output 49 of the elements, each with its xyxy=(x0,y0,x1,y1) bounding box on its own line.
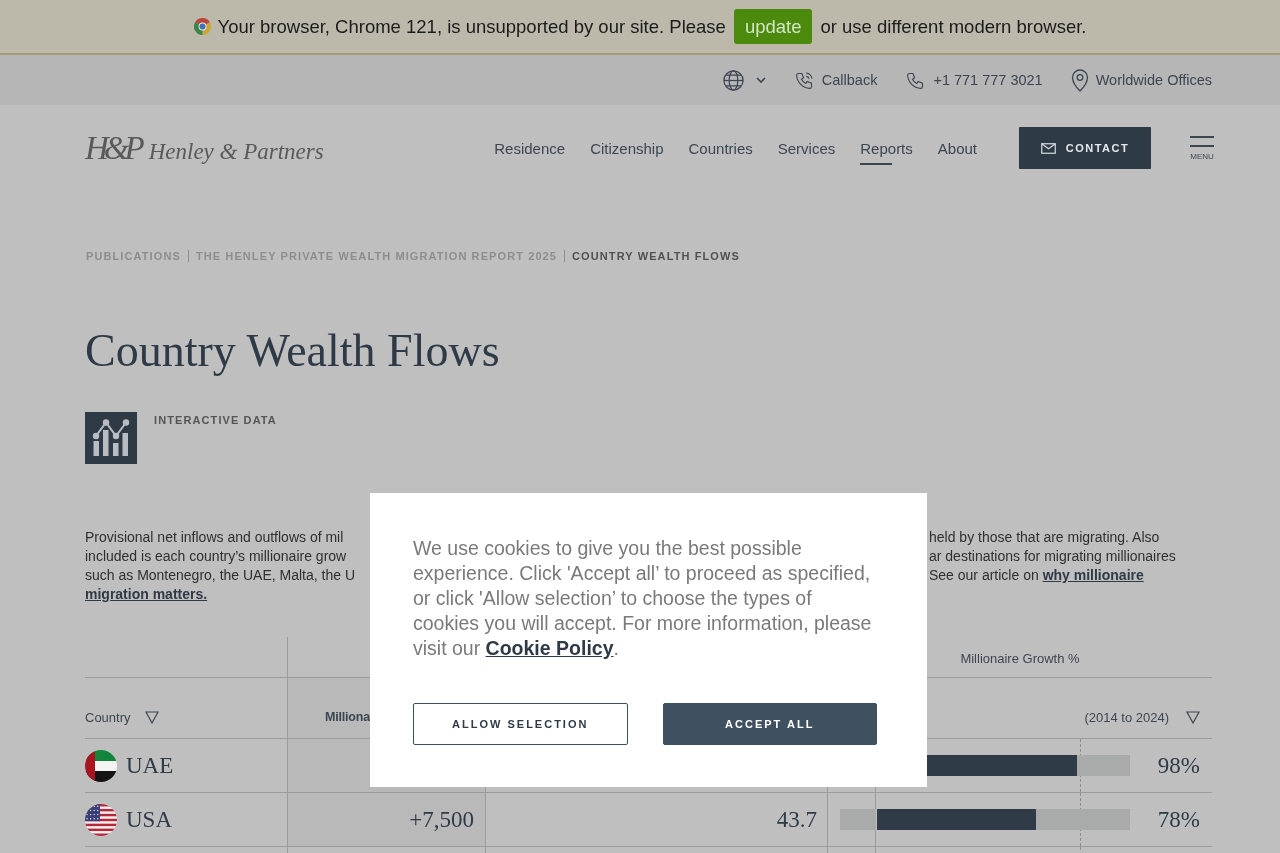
growth-bar-negative-range xyxy=(840,809,876,830)
article-link[interactable]: why millionaire xyxy=(1042,567,1144,583)
contact-button[interactable]: CONTACT xyxy=(1019,127,1151,169)
column-sort-button[interactable]: Country xyxy=(85,709,159,725)
cookie-policy-link[interactable]: Cookie Policy xyxy=(485,637,614,659)
allow-selection-button[interactable]: ALLOW SELECTION xyxy=(413,703,628,745)
table-cell: 43.7 xyxy=(776,806,817,833)
nav-link[interactable]: Countries xyxy=(688,131,753,165)
accept-all-button[interactable]: ACCEPT ALL xyxy=(662,703,877,745)
phone-link[interactable]: +1 771 777 3021 xyxy=(905,69,1043,91)
menu-icon xyxy=(1190,135,1214,147)
globe-icon xyxy=(721,68,745,92)
nav-link[interactable]: Citizenship xyxy=(590,131,664,165)
table-cell: 98% xyxy=(1157,752,1200,779)
envelope-icon xyxy=(1040,142,1056,154)
browser-logo-icon xyxy=(193,18,211,35)
callback-link[interactable]: Callback xyxy=(793,69,878,91)
notice-text: Your browser, Chrome 121, is unsupported by our site. Please xyxy=(217,15,726,38)
logo-link[interactable]: H&P Henley & Partners xyxy=(85,129,324,167)
phone-ringing-icon xyxy=(793,69,815,91)
nav-link[interactable]: Services xyxy=(777,131,836,165)
paragraph-text: held by those that are migrating. Also ar destinations for migrating millionaires See our article on why millionaire xyxy=(929,528,1177,585)
nav-link[interactable]: Residence xyxy=(494,131,566,165)
table-cell: USA xyxy=(126,806,172,833)
map-pin-icon xyxy=(1070,68,1089,92)
chevron-down-icon xyxy=(755,77,766,83)
table-cell: UAE xyxy=(126,752,174,779)
paragraph-text: Provisional net inflows and outflows of mil included is each country’s millionaire grow such as Montenegro, the UAE, Malta, the U migration matters. xyxy=(85,528,356,604)
nav-link[interactable]: About xyxy=(937,131,977,165)
notice-text: or use different modern browser. xyxy=(820,15,1087,38)
page-title: Country Wealth Flows xyxy=(85,325,501,377)
article-link[interactable]: migration matters. xyxy=(85,586,208,602)
table-cell: +7,500 xyxy=(288,793,486,846)
language-button[interactable] xyxy=(721,68,766,92)
breadcrumb-current: COUNTRY WEALTH FLOWS xyxy=(572,249,740,263)
table-cell: 78% xyxy=(1157,806,1200,833)
tag-label: INTERACTIVE DATA xyxy=(154,413,277,428)
menu-button[interactable]: MENU xyxy=(1190,135,1214,161)
triangle-down-icon xyxy=(1186,710,1200,724)
flag-icon xyxy=(85,749,117,782)
triangle-down-icon xyxy=(144,710,159,724)
flag-icon xyxy=(85,803,117,836)
cookie-text: We use cookies to give you the best possible experience. Click 'Accept all’ to proceed as specified, or click 'Allow selection’ to choose the types of cookies you will accept. For more information, please visit our Cookie Policy. xyxy=(413,536,873,661)
chart-icon xyxy=(85,412,137,464)
update-button[interactable]: update xyxy=(733,9,813,44)
column-group-heading: Millionaire Growth % xyxy=(960,650,1080,666)
column-header: Milliona xyxy=(325,710,370,724)
column-sort-button[interactable]: (2014 to 2024) xyxy=(1084,709,1200,725)
offices-link[interactable]: Worldwide Offices xyxy=(1070,68,1212,92)
